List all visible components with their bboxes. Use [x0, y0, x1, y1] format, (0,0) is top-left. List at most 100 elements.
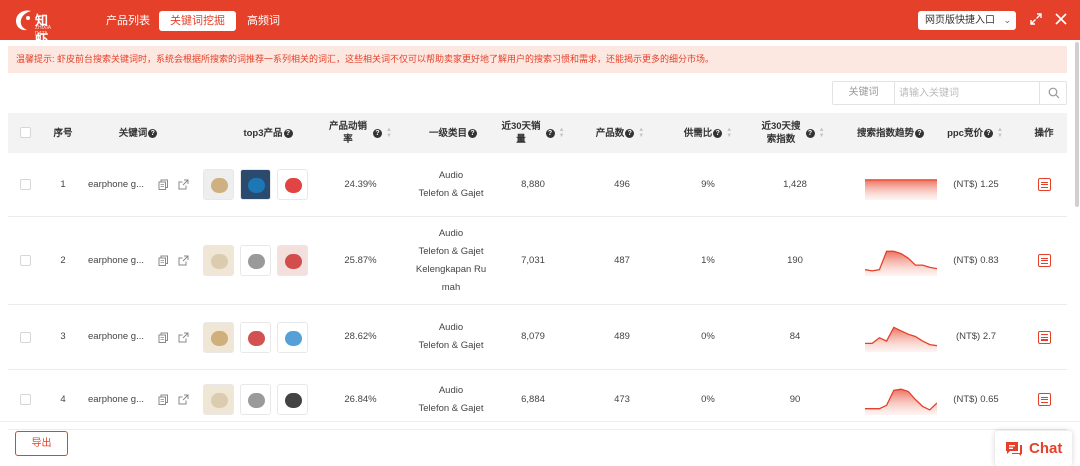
row-keyword[interactable]: earphone g...	[88, 153, 150, 216]
col-sales30[interactable]: 近30天销量 ? ▲ ▼	[493, 113, 573, 153]
col-supply[interactable]: 供需比? ▲ ▼	[668, 113, 748, 153]
col-sell-rate[interactable]: 产品动销率 ? ▲ ▼	[318, 113, 403, 153]
tab-high-frequency[interactable]: 高频词	[236, 11, 291, 31]
copy-icon[interactable]	[158, 332, 169, 343]
product-thumbnail[interactable]	[203, 169, 234, 200]
help-icon[interactable]: ?	[805, 128, 815, 138]
col-sell-rate-label-2: 率	[343, 134, 353, 145]
external-link-icon[interactable]	[178, 394, 189, 405]
search-input[interactable]	[899, 83, 1035, 103]
row-products: 496	[614, 178, 630, 190]
sort-icon[interactable]: ▲ ▼	[997, 127, 1003, 139]
help-icon[interactable]: ?	[983, 128, 993, 138]
table-row: 3 earphone g... 28.62% Audio Telefon & Gaje…	[8, 305, 1067, 370]
product-thumbnail[interactable]	[240, 169, 271, 200]
row-search30: 84	[789, 331, 801, 342]
trend-area	[864, 388, 937, 415]
help-icon[interactable]: ?	[713, 128, 723, 138]
col-top3-label: top3产品	[243, 127, 283, 139]
col-ppc[interactable]: ppc竞价? ▲ ▼	[940, 113, 1010, 153]
help-icon[interactable]: ?	[545, 128, 555, 138]
row-sales30: 7,031	[521, 254, 545, 266]
chat-label: Chat	[1029, 440, 1063, 457]
col-products-label: 产品数	[595, 127, 625, 139]
app-logo[interactable]: 知虾 ZHIXIA DATA	[13, 6, 61, 47]
detail-icon[interactable]	[1037, 178, 1051, 191]
col-sales30-label-2: 量	[516, 134, 526, 145]
row-checkbox[interactable]	[20, 394, 31, 405]
copy-icon[interactable]	[158, 255, 169, 266]
external-link-icon[interactable]	[178, 255, 189, 266]
help-icon[interactable]: ?	[625, 128, 635, 138]
product-thumbnail[interactable]	[203, 245, 234, 276]
detail-icon[interactable]	[1037, 330, 1051, 344]
product-thumbnail[interactable]	[240, 384, 271, 415]
scrollbar[interactable]	[1075, 42, 1079, 207]
sort-icon[interactable]: ▲ ▼	[819, 127, 825, 139]
search-trend-sparkline[interactable]	[864, 246, 937, 276]
row-index: 1	[60, 178, 66, 190]
product-thumbnail[interactable]	[240, 321, 271, 353]
select-all-checkbox[interactable]	[20, 127, 31, 138]
col-keyword-label: 关键词	[118, 127, 148, 139]
row-category: Audio Telefon & Gajet Kelengkapan Ru mah	[415, 227, 487, 293]
row-checkbox[interactable]	[20, 179, 31, 190]
col-ppc-label: ppc竞价	[947, 127, 983, 139]
row-products: 489	[614, 331, 630, 342]
row-sales30: 8,880	[521, 178, 545, 190]
product-thumbnail[interactable]	[277, 384, 308, 415]
chevron-down-icon: ⌄	[1003, 15, 1011, 25]
help-icon[interactable]: ?	[915, 128, 924, 138]
logo-mark-icon	[16, 10, 31, 31]
col-search30-label-2: 索指数	[766, 134, 796, 145]
row-keyword[interactable]: earphone g...	[88, 305, 150, 369]
col-index: 序号	[53, 127, 73, 139]
product-thumbnail[interactable]	[240, 245, 271, 276]
col-trend-label: 搜索指数趋势	[856, 127, 914, 139]
keyword-search: 关键词	[832, 81, 1067, 105]
table-row: 1 earphone g... 24.39% Audio Telefon & Gaje…	[8, 153, 1067, 217]
row-search30: 1,428	[783, 178, 807, 190]
row-checkbox[interactable]	[20, 331, 31, 343]
tab-product-list[interactable]: 产品列表	[95, 11, 161, 31]
help-icon[interactable]: ?	[148, 128, 158, 138]
row-checkbox[interactable]	[20, 255, 31, 266]
quick-entry-label: 网页版快捷入口	[925, 15, 995, 26]
sort-icon[interactable]: ▲ ▼	[638, 127, 644, 139]
help-icon[interactable]: ?	[373, 128, 383, 138]
external-link-icon[interactable]	[178, 332, 189, 343]
row-supply: 9%	[701, 178, 715, 190]
product-thumbnail[interactable]	[203, 384, 234, 415]
detail-icon[interactable]	[1037, 254, 1051, 267]
product-thumbnail[interactable]	[277, 321, 308, 353]
help-icon[interactable]: ?	[283, 128, 293, 138]
row-supply: 1%	[701, 254, 715, 266]
external-link-icon[interactable]	[178, 179, 189, 190]
tab-keyword-mining[interactable]: 关键词挖掘	[159, 11, 236, 31]
chat-icon	[1006, 442, 1022, 456]
search-trend-sparkline[interactable]	[864, 385, 937, 415]
copy-icon[interactable]	[158, 394, 169, 405]
help-icon[interactable]: ?	[468, 128, 477, 138]
copy-icon[interactable]	[158, 179, 169, 190]
top-bar: 知虾 ZHIXIA DATA 产品列表 关键词挖掘 高频词 网页版快捷入口 ⌄	[0, 0, 1080, 47]
quick-entry-select[interactable]: 网页版快捷入口 ⌄	[918, 11, 1016, 30]
sort-icon[interactable]: ▲ ▼	[386, 127, 392, 139]
expand-icon[interactable]	[1028, 10, 1044, 28]
sort-icon[interactable]: ▲ ▼	[726, 127, 732, 139]
detail-icon[interactable]	[1037, 393, 1051, 406]
sort-icon[interactable]: ▲ ▼	[559, 127, 565, 139]
close-icon[interactable]	[1053, 10, 1069, 28]
export-button[interactable]: 导出	[15, 431, 68, 456]
search-trend-sparkline[interactable]	[864, 322, 937, 352]
col-search30[interactable]: 近30天搜 索指数 ? ▲ ▼	[753, 113, 833, 153]
search-button[interactable]	[1039, 82, 1066, 104]
row-keyword[interactable]: earphone g...	[88, 217, 150, 304]
col-products[interactable]: 产品数? ▲ ▼	[580, 113, 660, 153]
row-ppc: (NT$) 0.83	[953, 254, 999, 266]
search-trend-sparkline[interactable]	[864, 170, 937, 200]
product-thumbnail[interactable]	[277, 169, 308, 200]
product-thumbnail[interactable]	[277, 245, 308, 276]
chat-button[interactable]: Chat	[995, 431, 1072, 466]
product-thumbnail[interactable]	[203, 321, 234, 353]
